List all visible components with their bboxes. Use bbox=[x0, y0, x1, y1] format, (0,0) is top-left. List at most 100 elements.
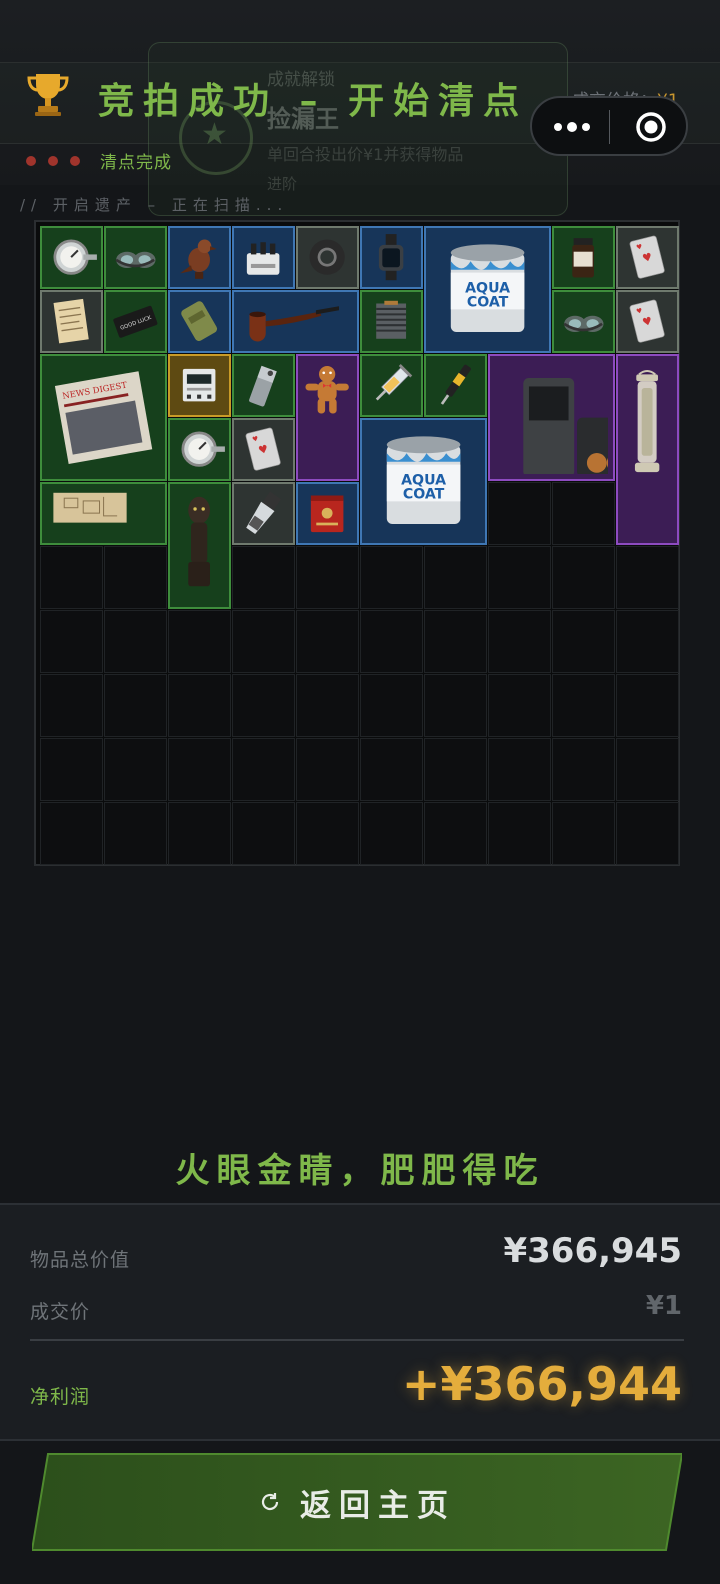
grid-cell bbox=[40, 674, 103, 737]
grid-cell bbox=[616, 610, 679, 673]
inventory-item-duct-tape[interactable] bbox=[296, 226, 359, 289]
grid-cell bbox=[424, 610, 487, 673]
grid-cell bbox=[488, 482, 551, 545]
grid-cell bbox=[40, 738, 103, 801]
inventory-item-lantern[interactable] bbox=[616, 354, 679, 545]
grid-cell bbox=[296, 546, 359, 609]
inventory-item-goggles-2[interactable] bbox=[552, 290, 615, 353]
grid-cell bbox=[488, 674, 551, 737]
grid-cell bbox=[360, 546, 423, 609]
ration-pack-icon bbox=[181, 301, 218, 342]
grid-cell bbox=[424, 546, 487, 609]
button-label: 返回主页 bbox=[300, 1487, 456, 1524]
grid-cell bbox=[488, 802, 551, 865]
tea-tin-icon bbox=[311, 495, 344, 533]
grid-cell bbox=[104, 738, 167, 801]
grid-cell bbox=[552, 738, 615, 801]
statue-icon bbox=[188, 496, 211, 587]
inventory-item-paper-note[interactable] bbox=[40, 290, 103, 353]
grid-cell bbox=[552, 610, 615, 673]
net-profit-value: +¥366,944 bbox=[401, 1357, 682, 1411]
summary-divider bbox=[30, 1339, 684, 1341]
close-miniprogram-icon[interactable] bbox=[635, 111, 667, 143]
thermometer-icon bbox=[53, 239, 98, 276]
smartwatch-icon bbox=[379, 234, 404, 281]
tape-roll-icon bbox=[309, 239, 346, 276]
capsule-divider bbox=[609, 110, 610, 144]
inventory-item-connector-box[interactable] bbox=[232, 226, 295, 289]
inventory-item-playing-card[interactable]: ♥ ♥ bbox=[616, 226, 679, 289]
playing-card-icon: ♥♥ bbox=[245, 428, 282, 471]
lantern-icon bbox=[635, 370, 660, 473]
inventory-item-map-blueprint[interactable] bbox=[40, 482, 167, 545]
return-home-button[interactable]: 返回主页 bbox=[32, 1452, 682, 1552]
inventory-item-paint-can-2[interactable]: AQUA COAT bbox=[360, 418, 487, 545]
goggles-icon bbox=[115, 252, 156, 269]
inventory-item-coffee-machine[interactable] bbox=[488, 354, 615, 481]
inventory-item-lighter[interactable] bbox=[232, 354, 295, 417]
grid-cell bbox=[424, 738, 487, 801]
grid-cell bbox=[360, 610, 423, 673]
coffee-machine-icon bbox=[523, 377, 609, 475]
deal-value: ¥1 bbox=[645, 1291, 682, 1321]
paper-note-icon bbox=[53, 299, 90, 344]
summary-panel: 物品总价值 ¥366,945 成交价 ¥1 净利润 +¥366,944 bbox=[0, 1203, 720, 1441]
grid-cell bbox=[360, 802, 423, 865]
more-options-icon[interactable] bbox=[552, 117, 592, 137]
grid-cell bbox=[168, 738, 231, 801]
grid-cell bbox=[552, 482, 615, 545]
tagline: 火眼金睛，肥肥得吃 bbox=[175, 1151, 545, 1191]
inventory-item-syringe[interactable] bbox=[360, 354, 423, 417]
grid-cell bbox=[552, 674, 615, 737]
svg-text:COAT: COAT bbox=[467, 294, 509, 310]
grid-cell bbox=[104, 546, 167, 609]
inventory-item-newspaper[interactable]: NEWS DIGEST bbox=[40, 354, 167, 481]
inventory-item-playing-card-2[interactable]: ♥ ♥ bbox=[616, 290, 679, 353]
scan-text: // 开启遗产 – 正在扫描... bbox=[20, 196, 289, 214]
inventory-item-smartwatch[interactable] bbox=[360, 226, 423, 289]
net-profit-label: 净利润 bbox=[30, 1386, 91, 1408]
inventory-item-tobacco-pipe[interactable] bbox=[232, 290, 359, 353]
inventory-item-playing-card-3[interactable]: ♥ ♥ bbox=[232, 418, 295, 481]
grid-cell bbox=[104, 610, 167, 673]
total-value-label: 物品总价值 bbox=[30, 1249, 131, 1271]
grid-cell bbox=[232, 546, 295, 609]
inventory-item-pepper-grinder[interactable] bbox=[232, 482, 295, 545]
grid-cell bbox=[424, 674, 487, 737]
inventory-item-tribal-statue[interactable] bbox=[168, 482, 231, 609]
status-dot bbox=[26, 155, 36, 166]
inventory-item-gingerbread-man[interactable] bbox=[296, 354, 359, 481]
syringe-icon bbox=[376, 364, 413, 401]
grid-cell bbox=[616, 674, 679, 737]
inventory-item-test-pen[interactable] bbox=[424, 354, 487, 417]
map-icon bbox=[53, 493, 127, 523]
status-dot bbox=[48, 155, 58, 166]
total-value: ¥366,945 bbox=[503, 1231, 682, 1271]
inventory-item-paint-can[interactable]: AQUA COAT bbox=[424, 226, 551, 353]
power-meter-icon bbox=[183, 369, 216, 402]
inventory-item-cpu-cooler[interactable] bbox=[360, 290, 423, 353]
inventory-item-bird-figurine[interactable] bbox=[168, 226, 231, 289]
paint-can-icon: AQUACOAT bbox=[386, 436, 461, 524]
paint-can-icon: AQUACOAT bbox=[450, 244, 525, 332]
card-case-icon: GOOD LUCK bbox=[113, 306, 158, 339]
inventory-item-card-case[interactable]: GOOD LUCK bbox=[104, 290, 167, 353]
inventory-item-coffee-jar[interactable] bbox=[552, 226, 615, 289]
grid-cell bbox=[296, 738, 359, 801]
lighter-icon bbox=[249, 366, 278, 407]
inventory-item-ration-pack[interactable] bbox=[168, 290, 231, 353]
grid-cell bbox=[232, 610, 295, 673]
grid-cell bbox=[104, 802, 167, 865]
inventory-item-tea-tin[interactable] bbox=[296, 482, 359, 545]
miniprogram-capsule bbox=[530, 96, 688, 156]
inventory-item-thermometer[interactable] bbox=[40, 226, 103, 289]
cpu-cooler-icon bbox=[376, 301, 407, 340]
inventory-item-power-meter[interactable] bbox=[168, 354, 231, 417]
grid-cell bbox=[168, 674, 231, 737]
grid-cell bbox=[552, 802, 615, 865]
thermometer-icon bbox=[181, 431, 226, 468]
grid-cell bbox=[360, 674, 423, 737]
page-title: 竞拍成功 – 开始清点 bbox=[98, 81, 529, 122]
inventory-item-goggles[interactable] bbox=[104, 226, 167, 289]
inventory-item-thermometer-2[interactable] bbox=[168, 418, 231, 481]
